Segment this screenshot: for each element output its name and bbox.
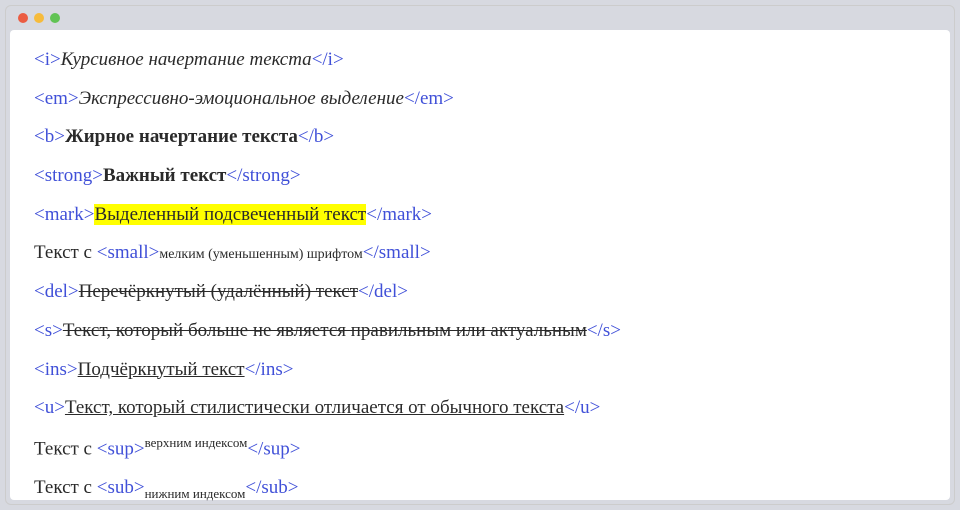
tag-close-u: </u>: [564, 397, 600, 418]
tag-close-mark: </mark>: [366, 204, 432, 225]
tag-close-em: </em>: [404, 88, 454, 109]
tag-open-del: <del>: [34, 281, 79, 302]
prefix-sub: Текст с: [34, 477, 97, 498]
tag-open-b: <b>: [34, 126, 65, 147]
example-b: <b>Жирное начертание текста</b>: [34, 125, 926, 150]
text-sub: нижним индексом: [145, 486, 246, 501]
document-content: <i>Курсивное начертание текста</i> <em>Э…: [10, 30, 950, 500]
text-strong: Важный текст: [103, 165, 226, 186]
maximize-icon[interactable]: [50, 13, 60, 23]
tag-open-u: <u>: [34, 397, 65, 418]
text-mark: Выделенный подсвеченный текст: [94, 204, 366, 225]
tag-close-i: </i>: [312, 49, 344, 70]
window-frame: <i>Курсивное начертание текста</i> <em>Э…: [5, 5, 955, 505]
prefix-small: Текст с: [34, 242, 97, 263]
example-del: <del>Перечёркнутый (удалённый) текст</de…: [34, 280, 926, 305]
text-em: Экспрессивно-эмоциональное выделение: [79, 88, 404, 109]
tag-open-sup: <sup>: [97, 438, 145, 459]
text-ins: Подчёркнутый текст: [78, 359, 245, 380]
example-em: <em>Экспрессивно-эмоциональное выделение…: [34, 87, 926, 112]
text-sup: верхним индексом: [145, 435, 248, 450]
tag-close-del: </del>: [358, 281, 408, 302]
example-u: <u>Текст, который стилистически отличает…: [34, 396, 926, 421]
text-u: Текст, который стилистически отличается …: [65, 397, 564, 418]
tag-open-s: <s>: [34, 320, 63, 341]
example-sup: Текст с <sup>верхним индексом</sup>: [34, 435, 926, 462]
tag-open-sub: <sub>: [97, 477, 145, 498]
titlebar: [6, 6, 954, 30]
example-mark: <mark>Выделенный подсвеченный текст</mar…: [34, 203, 926, 228]
tag-close-b: </b>: [298, 126, 334, 147]
tag-close-s: </s>: [587, 320, 621, 341]
example-i: <i>Курсивное начертание текста</i>: [34, 48, 926, 73]
tag-open-ins: <ins>: [34, 359, 78, 380]
text-small: мелким (уменьшенным) шрифтом: [159, 247, 362, 262]
example-s: <s>Текст, который больше не является пра…: [34, 319, 926, 344]
text-i: Курсивное начертание текста: [61, 49, 312, 70]
example-small: Текст с <small>мелким (уменьшенным) шриф…: [34, 241, 926, 266]
tag-open-small: <small>: [97, 242, 160, 263]
close-icon[interactable]: [18, 13, 28, 23]
example-ins: <ins>Подчёркнутый текст</ins>: [34, 358, 926, 383]
tag-close-ins: </ins>: [245, 359, 294, 380]
tag-open-strong: <strong>: [34, 165, 103, 186]
tag-close-strong: </strong>: [226, 165, 300, 186]
text-del: Перечёркнутый (удалённый) текст: [79, 281, 358, 302]
tag-open-i: <i>: [34, 49, 61, 70]
tag-open-em: <em>: [34, 88, 79, 109]
tag-close-sup: </sup>: [247, 438, 300, 459]
minimize-icon[interactable]: [34, 13, 44, 23]
tag-close-sub: </sub>: [245, 477, 298, 498]
text-b: Жирное начертание текста: [65, 126, 298, 147]
example-sub: Текст с <sub>нижним индексом</sub>: [34, 476, 926, 503]
text-s: Текст, который больше не является правил…: [63, 320, 587, 341]
tag-open-mark: <mark>: [34, 204, 94, 225]
prefix-sup: Текст с: [34, 438, 97, 459]
tag-close-small: </small>: [363, 242, 431, 263]
example-strong: <strong>Важный текст</strong>: [34, 164, 926, 189]
